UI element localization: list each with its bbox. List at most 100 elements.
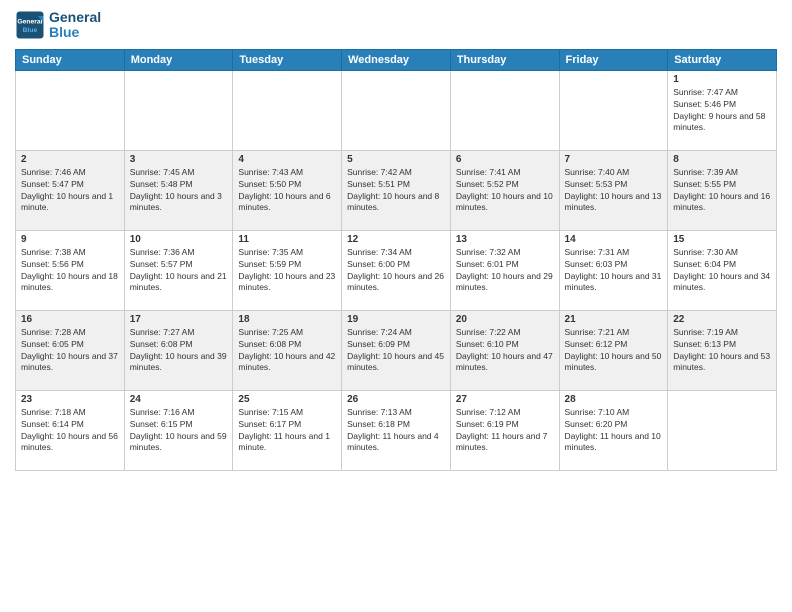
table-row <box>559 70 668 150</box>
table-row: 4Sunrise: 7:43 AM Sunset: 5:50 PM Daylig… <box>233 150 342 230</box>
col-saturday: Saturday <box>668 49 777 70</box>
col-wednesday: Wednesday <box>342 49 451 70</box>
day-number: 21 <box>565 314 663 325</box>
col-tuesday: Tuesday <box>233 49 342 70</box>
col-monday: Monday <box>124 49 233 70</box>
col-friday: Friday <box>559 49 668 70</box>
table-row: 28 Sunrise: 7:10 AM Sunset: 6:20 PM Dayli… <box>559 390 668 470</box>
table-row: 1 Sunrise: 7:47 AM Sunset: 5:46 PM Daylig… <box>668 70 777 150</box>
table-row: 10 Sunrise: 7:36 AM Sunset: 5:57 PM Dayli… <box>124 230 233 310</box>
table-row: 7 Sunrise: 7:40 AM Sunset: 5:53 PM Daylig… <box>559 150 668 230</box>
table-row: 19Sunrise: 7:24 AM Sunset: 6:09 PM Dayli… <box>342 310 451 390</box>
day-info: Sunrise: 7:38 AM Sunset: 5:56 PM Dayligh… <box>21 247 119 295</box>
table-row <box>342 70 451 150</box>
table-row: 14 Sunrise: 7:31 AM Sunset: 6:03 PM Dayli… <box>559 230 668 310</box>
day-number: 13 <box>456 234 554 245</box>
day-number: 14 <box>565 234 663 245</box>
col-sunday: Sunday <box>16 49 125 70</box>
day-number: 17 <box>130 314 228 325</box>
svg-text:Blue: Blue <box>23 27 38 34</box>
day-number: 2 <box>21 154 119 165</box>
day-info: Sunrise: 7:28 AM Sunset: 6:05 PM Dayligh… <box>21 327 119 375</box>
day-number: 10 <box>130 234 228 245</box>
day-info: Sunrise: 7:16 AM Sunset: 6:15 PM Dayligh… <box>130 407 228 455</box>
page: General Blue General Blue Sunday Monday … <box>0 0 792 612</box>
day-info: Sunrise: 7:41 AM Sunset: 5:52 PM Dayligh… <box>456 167 554 215</box>
day-info: Sunrise: 7:36 AM Sunset: 5:57 PM Dayligh… <box>130 247 228 295</box>
table-row: 12 Sunrise: 7:34 AM Sunset: 6:00 PM Dayli… <box>342 230 451 310</box>
day-number: 9 <box>21 234 119 245</box>
table-row: 18 Sunrise: 7:25 AM Sunset: 6:08 PM Dayli… <box>233 310 342 390</box>
day-number: 1 <box>673 74 771 85</box>
day-number: 16 <box>21 314 119 325</box>
day-info: Sunrise: 7:40 AM Sunset: 5:53 PM Dayligh… <box>565 167 663 215</box>
calendar-week-row: 23 Sunrise: 7:18 AM Sunset: 6:14 PM Dayli… <box>16 390 777 470</box>
day-number: 12 <box>347 234 445 245</box>
day-info: Sunrise: 7:21 AM Sunset: 6:12 PM Dayligh… <box>565 327 663 375</box>
table-row: 20 Sunrise: 7:22 AM Sunset: 6:10 PM Dayli… <box>450 310 559 390</box>
day-number: 11 <box>238 234 336 245</box>
day-info: Sunrise: 7:15 AM Sunset: 6:17 PM Dayligh… <box>238 407 336 455</box>
day-info: Sunrise: 7:35 AM Sunset: 5:59 PM Dayligh… <box>238 247 336 295</box>
calendar: Sunday Monday Tuesday Wednesday Thursday… <box>15 49 777 471</box>
day-number: 7 <box>565 154 663 165</box>
table-row: 15Sunrise: 7:30 AM Sunset: 6:04 PM Dayli… <box>668 230 777 310</box>
day-info: Sunrise: 7:13 AM Sunset: 6:18 PM Dayligh… <box>347 407 445 455</box>
day-number: 25 <box>238 394 336 405</box>
day-number: 23 <box>21 394 119 405</box>
day-info: Sunrise: 7:32 AM Sunset: 6:01 PM Dayligh… <box>456 247 554 295</box>
day-info: Sunrise: 7:22 AM Sunset: 6:10 PM Dayligh… <box>456 327 554 375</box>
table-row: 24 Sunrise: 7:16 AM Sunset: 6:15 PM Dayli… <box>124 390 233 470</box>
table-row: 8 Sunrise: 7:39 AM Sunset: 5:55 PM Daylig… <box>668 150 777 230</box>
table-row: 2 Sunrise: 7:46 AM Sunset: 5:47 PM Daylig… <box>16 150 125 230</box>
weekday-header-row: Sunday Monday Tuesday Wednesday Thursday… <box>16 49 777 70</box>
logo: General Blue General Blue <box>15 10 101 41</box>
day-number: 27 <box>456 394 554 405</box>
table-row <box>16 70 125 150</box>
day-number: 28 <box>565 394 663 405</box>
svg-text:General: General <box>17 19 42 26</box>
day-info: Sunrise: 7:25 AM Sunset: 6:08 PM Dayligh… <box>238 327 336 375</box>
day-info: Sunrise: 7:43 AM Sunset: 5:50 PM Dayligh… <box>238 167 336 215</box>
day-number: 26 <box>347 394 445 405</box>
logo-text: General Blue <box>49 10 101 41</box>
day-info: Sunrise: 7:34 AM Sunset: 6:00 PM Dayligh… <box>347 247 445 295</box>
calendar-week-row: 16 Sunrise: 7:28 AM Sunset: 6:05 PM Dayli… <box>16 310 777 390</box>
day-info: Sunrise: 7:19 AM Sunset: 6:13 PM Dayligh… <box>673 327 771 375</box>
day-number: 20 <box>456 314 554 325</box>
day-number: 22 <box>673 314 771 325</box>
day-number: 6 <box>456 154 554 165</box>
header: General Blue General Blue <box>15 10 777 41</box>
day-info: Sunrise: 7:18 AM Sunset: 6:14 PM Dayligh… <box>21 407 119 455</box>
day-info: Sunrise: 7:39 AM Sunset: 5:55 PM Dayligh… <box>673 167 771 215</box>
table-row: 26 Sunrise: 7:13 AM Sunset: 6:18 PM Dayli… <box>342 390 451 470</box>
table-row: 21 Sunrise: 7:21 AM Sunset: 6:12 PM Dayli… <box>559 310 668 390</box>
table-row: 11 Sunrise: 7:35 AM Sunset: 5:59 PM Dayli… <box>233 230 342 310</box>
day-info: Sunrise: 7:42 AM Sunset: 5:51 PM Dayligh… <box>347 167 445 215</box>
day-info: Sunrise: 7:24 AM Sunset: 6:09 PM Dayligh… <box>347 327 445 375</box>
calendar-week-row: 2 Sunrise: 7:46 AM Sunset: 5:47 PM Daylig… <box>16 150 777 230</box>
table-row: 17 Sunrise: 7:27 AM Sunset: 6:08 PM Dayli… <box>124 310 233 390</box>
table-row: 22 Sunrise: 7:19 AM Sunset: 6:13 PM Dayli… <box>668 310 777 390</box>
day-info: Sunrise: 7:10 AM Sunset: 6:20 PM Dayligh… <box>565 407 663 455</box>
day-number: 3 <box>130 154 228 165</box>
day-info: Sunrise: 7:31 AM Sunset: 6:03 PM Dayligh… <box>565 247 663 295</box>
calendar-week-row: 1 Sunrise: 7:47 AM Sunset: 5:46 PM Daylig… <box>16 70 777 150</box>
day-info: Sunrise: 7:12 AM Sunset: 6:19 PM Dayligh… <box>456 407 554 455</box>
table-row: 13 Sunrise: 7:32 AM Sunset: 6:01 PM Dayli… <box>450 230 559 310</box>
day-number: 24 <box>130 394 228 405</box>
table-row <box>450 70 559 150</box>
day-number: 15 <box>673 234 771 245</box>
table-row: 3Sunrise: 7:45 AM Sunset: 5:48 PM Daylig… <box>124 150 233 230</box>
table-row: 5 Sunrise: 7:42 AM Sunset: 5:51 PM Daylig… <box>342 150 451 230</box>
day-number: 18 <box>238 314 336 325</box>
day-number: 5 <box>347 154 445 165</box>
table-row: 23 Sunrise: 7:18 AM Sunset: 6:14 PM Dayli… <box>16 390 125 470</box>
table-row <box>124 70 233 150</box>
day-info: Sunrise: 7:47 AM Sunset: 5:46 PM Dayligh… <box>673 87 771 135</box>
logo-icon: General Blue <box>15 10 45 40</box>
day-info: Sunrise: 7:27 AM Sunset: 6:08 PM Dayligh… <box>130 327 228 375</box>
day-number: 8 <box>673 154 771 165</box>
table-row: 6 Sunrise: 7:41 AM Sunset: 5:52 PM Daylig… <box>450 150 559 230</box>
day-info: Sunrise: 7:46 AM Sunset: 5:47 PM Dayligh… <box>21 167 119 215</box>
